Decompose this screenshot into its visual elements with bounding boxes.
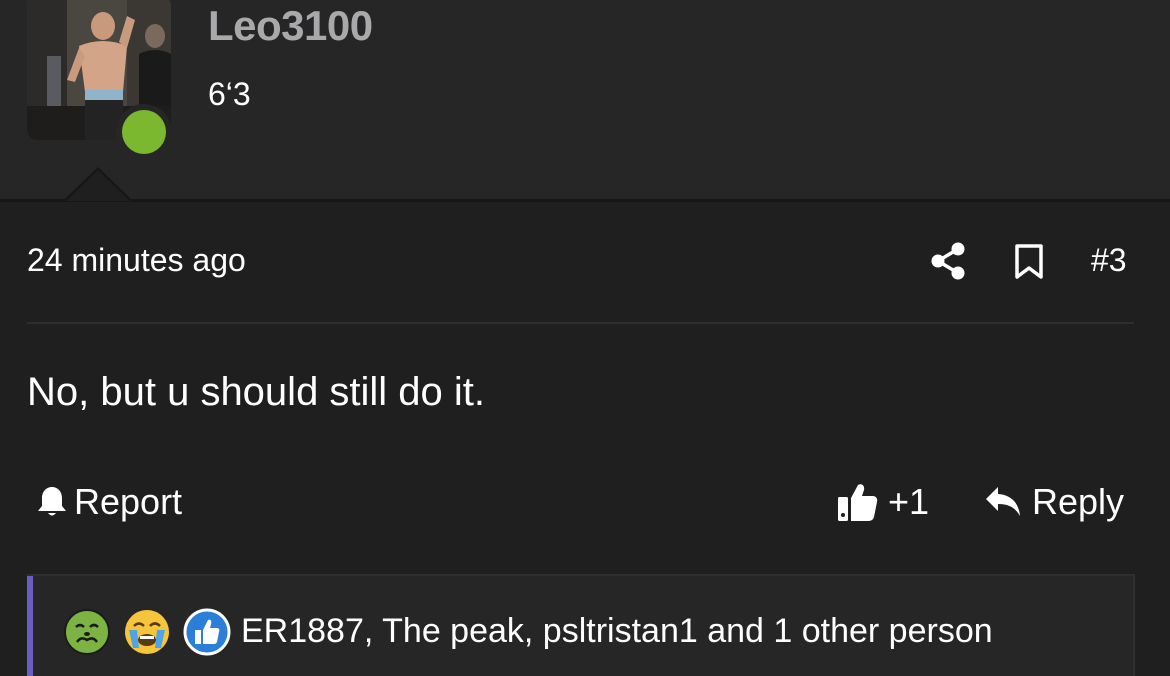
message-body: No, but u should still do it.: [27, 370, 486, 414]
loudly-crying-face-icon: [125, 610, 169, 654]
like-button[interactable]: +1: [836, 478, 929, 526]
reactions-bar[interactable]: ER1887, The peak, psltristan1 and 1 othe…: [27, 574, 1135, 676]
username[interactable]: Leo3100: [208, 2, 373, 50]
report-button[interactable]: Report: [36, 480, 182, 524]
like-icon: [183, 608, 231, 656]
like-count: +1: [888, 481, 930, 522]
bookmark-icon[interactable]: [1014, 244, 1044, 280]
thumbs-up-icon: [838, 484, 878, 521]
reply-label: Reply: [1032, 481, 1125, 522]
post-timestamp[interactable]: 24 minutes ago: [27, 242, 246, 279]
reaction-summary[interactable]: ER1887, The peak, psltristan1 and 1 othe…: [241, 612, 993, 651]
report-label: Report: [74, 481, 183, 522]
reply-button[interactable]: Reply: [984, 478, 1124, 526]
bell-icon: [38, 487, 66, 516]
user-title: 6‘3: [208, 76, 251, 112]
meta-divider: [27, 322, 1134, 324]
share-icon[interactable]: [930, 242, 966, 280]
post-number-link[interactable]: #3: [1091, 242, 1127, 279]
header-divider: [0, 199, 1170, 202]
reply-arrow-icon: [986, 487, 1020, 516]
user-header: Leo3100 6‘3: [0, 0, 1170, 200]
header-pointer: [66, 170, 130, 201]
nauseated-face-icon: [64, 609, 110, 655]
reactions-accent-bar: [27, 576, 33, 676]
online-status-indicator: [116, 104, 172, 160]
reaction-icons: [63, 608, 243, 656]
